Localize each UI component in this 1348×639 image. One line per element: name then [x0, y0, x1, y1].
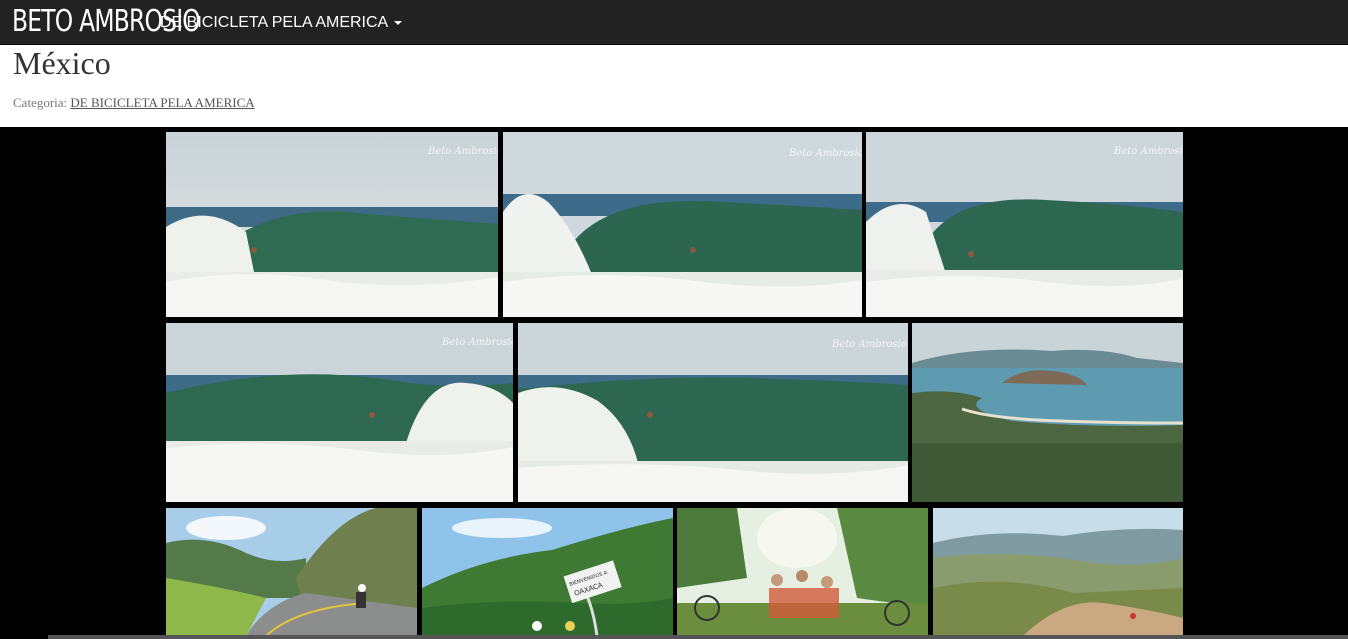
svg-text:Beto Ambrosio: Beto Ambrosio — [441, 337, 513, 348]
svg-text:Beto Ambrosio: Beto Ambrosio — [427, 146, 498, 157]
coast-landscape-photo[interactable] — [912, 323, 1183, 502]
horizontal-scrollbar[interactable] — [48, 635, 1348, 639]
category-dropdown-menu[interactable]: DE BICICLETA PELA AMERICA — [160, 0, 403, 45]
page-title: México — [13, 45, 111, 81]
group-photo[interactable] — [677, 508, 928, 636]
category-dropdown-label: DE BICICLETA PELA AMERICA — [160, 14, 389, 31]
post-category: Categoria: DE BICICLETA PELA AMERICA — [13, 95, 255, 111]
caret-down-icon — [394, 20, 403, 25]
svg-text:Beto Ambrosio: Beto Ambrosio — [831, 339, 907, 350]
surf-photo-2[interactable]: Beto Ambrosio — [503, 132, 862, 317]
top-navbar: BETO AMBROSIO DE BICICLETA PELA AMERICA — [0, 0, 1348, 45]
mountain-cycling-photo[interactable] — [933, 508, 1183, 636]
oaxaca-sign-photo[interactable]: BIENVENIDOS A OAXACA — [422, 508, 673, 636]
category-prefix: Categoria: — [13, 95, 68, 110]
surf-photo-5[interactable]: Beto Ambrosio — [518, 323, 908, 502]
surf-photo-1[interactable]: Beto Ambrosio — [166, 132, 498, 317]
road-cycling-photo[interactable] — [166, 508, 417, 636]
category-link[interactable]: DE BICICLETA PELA AMERICA — [70, 95, 254, 110]
photo-gallery: Beto Ambrosio Beto Ambrosio Beto Ambrosi… — [0, 127, 1348, 639]
svg-text:Beto Ambrosio: Beto Ambrosio — [1113, 146, 1183, 157]
svg-text:Beto Ambrosio: Beto Ambrosio — [788, 148, 862, 159]
surf-photo-4[interactable]: Beto Ambrosio — [166, 323, 513, 502]
surf-photo-3[interactable]: Beto Ambrosio — [866, 132, 1183, 317]
